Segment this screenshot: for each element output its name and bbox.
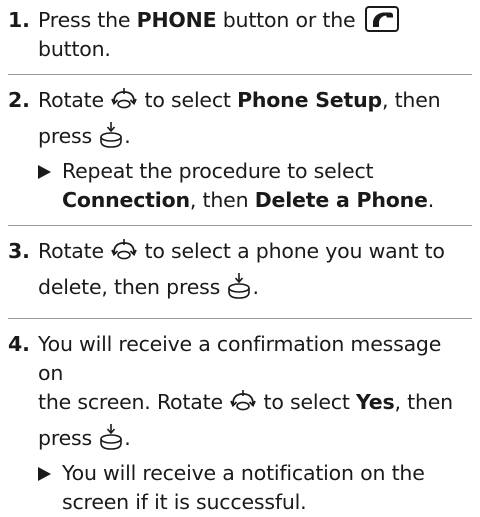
triangle-bullet-icon <box>38 459 62 481</box>
sub-step: Repeat the procedure to select Connectio… <box>38 157 472 215</box>
step-body: Press the PHONE button or the button. <box>38 6 472 64</box>
step-text: button. <box>38 37 111 61</box>
step-text: to select <box>138 88 238 112</box>
sub-step-text: You will receive a notification on the <box>62 461 425 485</box>
menu-item-connection: Connection <box>62 188 190 212</box>
step-body: Rotate to select Phone Setup, then press… <box>38 86 472 215</box>
step-text: Rotate <box>38 88 111 112</box>
press-knob-icon <box>226 272 252 308</box>
step-text: button or the <box>216 8 362 32</box>
step-text: , then <box>394 390 453 414</box>
triangle-bullet-icon <box>38 157 62 179</box>
sub-step: You will receive a notification on the s… <box>38 459 472 517</box>
rotate-knob-icon <box>110 87 138 121</box>
step-number: 4. <box>8 332 30 356</box>
divider <box>8 74 472 75</box>
step-text: to select <box>257 390 357 414</box>
press-knob-icon <box>98 423 124 459</box>
step-text: Press the <box>38 8 137 32</box>
step-line: press . <box>38 121 472 157</box>
press-knob-icon <box>98 121 124 157</box>
step-text: delete, then press <box>38 275 227 299</box>
step-text: . <box>124 426 131 450</box>
rotate-knob-icon <box>110 238 138 272</box>
step-number: 2. <box>8 88 30 112</box>
instruction-page: 1. Press the PHONE button or the button.… <box>0 0 480 514</box>
step-line: Rotate to select a phone you want to <box>38 237 472 272</box>
sub-step-body: You will receive a notification on the s… <box>62 459 472 517</box>
step-2: 2. Rotate to select Phone Setup, then pr… <box>8 86 472 215</box>
phone-pickup-icon <box>364 6 399 32</box>
step-line: Connection, then Delete a Phone. <box>62 186 472 215</box>
step-number: 1. <box>8 8 30 32</box>
step-text: . <box>252 275 259 299</box>
menu-item-phone-setup: Phone Setup <box>237 88 382 112</box>
option-yes: Yes <box>356 390 395 414</box>
sub-step-text: Repeat the procedure to select <box>62 159 374 183</box>
step-text: press <box>38 426 99 450</box>
step-line: Rotate to select Phone Setup, then <box>38 86 472 121</box>
sub-step-text: , then <box>189 188 255 212</box>
divider <box>8 225 472 226</box>
step-4: 4. You will receive a confirmation messa… <box>8 330 472 517</box>
step-3: 3. Rotate to select a phone you want to … <box>8 237 472 308</box>
phone-button-label: PHONE <box>136 8 217 32</box>
step-line: the screen. Rotate to select Yes, then <box>38 388 472 423</box>
sub-step-text: . <box>427 188 435 212</box>
step-text: Rotate <box>38 239 111 263</box>
step-text: press <box>38 124 99 148</box>
step-text: You will receive a confirmation message … <box>38 332 442 385</box>
step-text: , then <box>381 88 441 112</box>
rotate-knob-icon <box>229 389 257 423</box>
step-body: You will receive a confirmation message … <box>38 330 472 517</box>
step-line: press . <box>38 423 472 459</box>
step-text: to select a phone you want to <box>138 239 445 263</box>
sub-step-text: screen if it is successful. <box>62 490 307 514</box>
step-line: delete, then press . <box>38 272 472 308</box>
step-body: Rotate to select a phone you want to del… <box>38 237 472 308</box>
divider <box>8 318 472 319</box>
menu-item-delete-a-phone: Delete a Phone <box>254 188 428 212</box>
sub-step-body: Repeat the procedure to select Connectio… <box>62 157 472 215</box>
step-text: the screen. Rotate <box>38 390 230 414</box>
step-number: 3. <box>8 239 30 263</box>
step-text: . <box>124 124 131 148</box>
step-1: 1. Press the PHONE button or the button. <box>8 6 472 64</box>
